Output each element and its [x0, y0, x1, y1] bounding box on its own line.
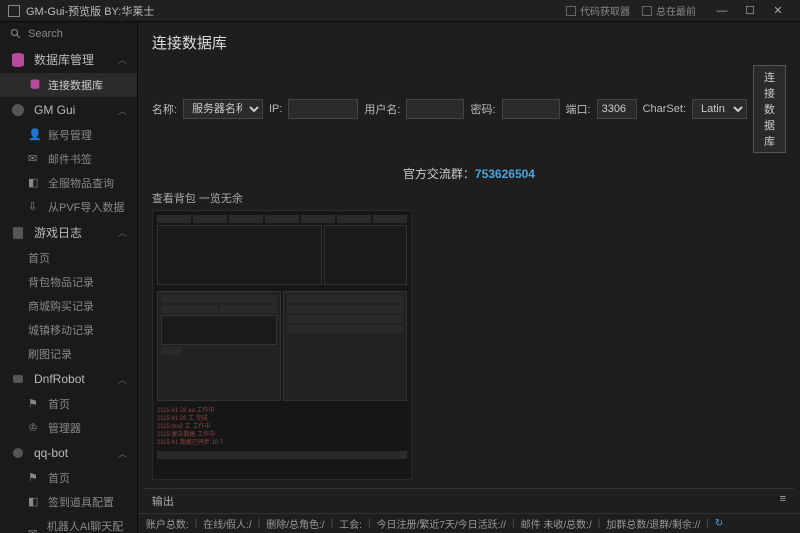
- pass-input[interactable]: [502, 99, 560, 119]
- gm-icon: [10, 102, 26, 118]
- port-input[interactable]: [597, 99, 637, 119]
- sidebar: Search 数据库管理 ︿ 连接数据库 GM Gui ︿ 👤账号管理 ✉邮件书…: [0, 22, 138, 533]
- connection-form: 名称: 服务器名称 IP: 用户名: 密码: 端口: CharSet: Lati…: [138, 61, 800, 163]
- nav-item-bot-home[interactable]: ⚑首页: [0, 466, 137, 490]
- chevron-icon: ︿: [118, 373, 127, 386]
- chevron-icon: ︿: [118, 53, 127, 66]
- nav-item-log-dungeon[interactable]: 刷图记录: [0, 342, 137, 366]
- nav-item-bot-ai[interactable]: ✉机器人AI聊天配置: [0, 514, 137, 533]
- close-button[interactable]: ✕: [764, 1, 792, 21]
- preview-screenshot: 2115:41:28 aa 工作中 2115:41:28 工 完成 2115:m…: [152, 210, 412, 480]
- refresh-icon[interactable]: ↻: [715, 518, 723, 529]
- import-icon: ⇩: [28, 200, 42, 214]
- robot-icon: [10, 371, 26, 387]
- app-icon: [8, 5, 20, 17]
- window-title: GM-Gui-预览版 BY:华莱士: [26, 3, 566, 19]
- charset-select[interactable]: Latin1: [692, 99, 747, 119]
- nav-item-item-search[interactable]: ◧全服物品查询: [0, 171, 137, 195]
- database-icon: [28, 78, 42, 92]
- log-icon: [10, 225, 26, 241]
- page-title: 连接数据库: [138, 22, 800, 61]
- server-name-select[interactable]: 服务器名称: [183, 99, 263, 119]
- item-icon: ◧: [28, 176, 42, 190]
- status-bar: 账户总数:| 在线/假人:/| 删除/总角色:/| 工会:| 今日注册/繁近7天…: [138, 513, 800, 533]
- qq-group-line: 官方交流群：753626504: [138, 163, 800, 190]
- database-icon: [10, 52, 26, 68]
- nav-item-connect-db[interactable]: 连接数据库: [0, 73, 137, 97]
- nav-item-mail-bookmark[interactable]: ✉邮件书签: [0, 147, 137, 171]
- pass-label: 密码:: [470, 101, 495, 117]
- user-label: 用户名:: [364, 101, 400, 117]
- flag-icon: ⚑: [28, 471, 42, 485]
- ip-input[interactable]: [288, 99, 358, 119]
- nav-item-log-town[interactable]: 城镇移动记录: [0, 318, 137, 342]
- nav-item-log-shop[interactable]: 商城购买记录: [0, 294, 137, 318]
- search-box[interactable]: Search: [0, 22, 137, 46]
- output-title: 输出: [152, 493, 174, 509]
- chevron-icon: ︿: [118, 104, 127, 117]
- user-input[interactable]: [406, 99, 464, 119]
- chat-icon: ✉: [28, 527, 41, 533]
- bot-icon: [10, 445, 26, 461]
- maximize-button[interactable]: ☐: [736, 1, 764, 21]
- preview-title: 查看背包 一览无余: [152, 190, 786, 206]
- nav-item-robot-mgr[interactable]: ♔管理器: [0, 416, 137, 440]
- output-menu-icon[interactable]: ≡: [780, 493, 786, 509]
- nav-item-pvf-import[interactable]: ⇩从PVF导入数据: [0, 195, 137, 219]
- code-getter-checkbox[interactable]: 代码获取器: [566, 3, 630, 18]
- nav-group-gamelog[interactable]: 游戏日志 ︿: [0, 219, 137, 246]
- item-icon: ◧: [28, 495, 42, 509]
- chevron-icon: ︿: [118, 226, 127, 239]
- name-label: 名称:: [152, 101, 177, 117]
- nav-item-log-bag[interactable]: 背包物品记录: [0, 270, 137, 294]
- nav-group-database[interactable]: 数据库管理 ︿: [0, 46, 137, 73]
- chevron-icon: ︿: [118, 447, 127, 460]
- crown-icon: ♔: [28, 421, 42, 435]
- connect-button[interactable]: 连接数据库: [753, 65, 786, 153]
- nav-item-robot-home[interactable]: ⚑首页: [0, 392, 137, 416]
- ip-label: IP:: [269, 103, 282, 115]
- search-icon: [10, 28, 22, 40]
- nav-item-bot-signin[interactable]: ◧签到道具配置: [0, 490, 137, 514]
- nav-group-qqbot[interactable]: qq-bot ︿: [0, 440, 137, 466]
- nav-item-log-home[interactable]: 首页: [0, 246, 137, 270]
- always-on-top-checkbox[interactable]: 总在最前: [642, 3, 696, 18]
- mail-icon: ✉: [28, 152, 42, 166]
- user-icon: 👤: [28, 128, 42, 142]
- minimize-button[interactable]: —: [708, 1, 736, 21]
- nav-item-account-mgmt[interactable]: 👤账号管理: [0, 123, 137, 147]
- nav-group-gmgui[interactable]: GM Gui ︿: [0, 97, 137, 123]
- flag-icon: ⚑: [28, 397, 42, 411]
- qq-number[interactable]: 753626504: [475, 167, 535, 181]
- charset-label: CharSet:: [643, 103, 686, 115]
- port-label: 端口:: [566, 101, 591, 117]
- nav-group-dnfrobot[interactable]: DnfRobot ︿: [0, 366, 137, 392]
